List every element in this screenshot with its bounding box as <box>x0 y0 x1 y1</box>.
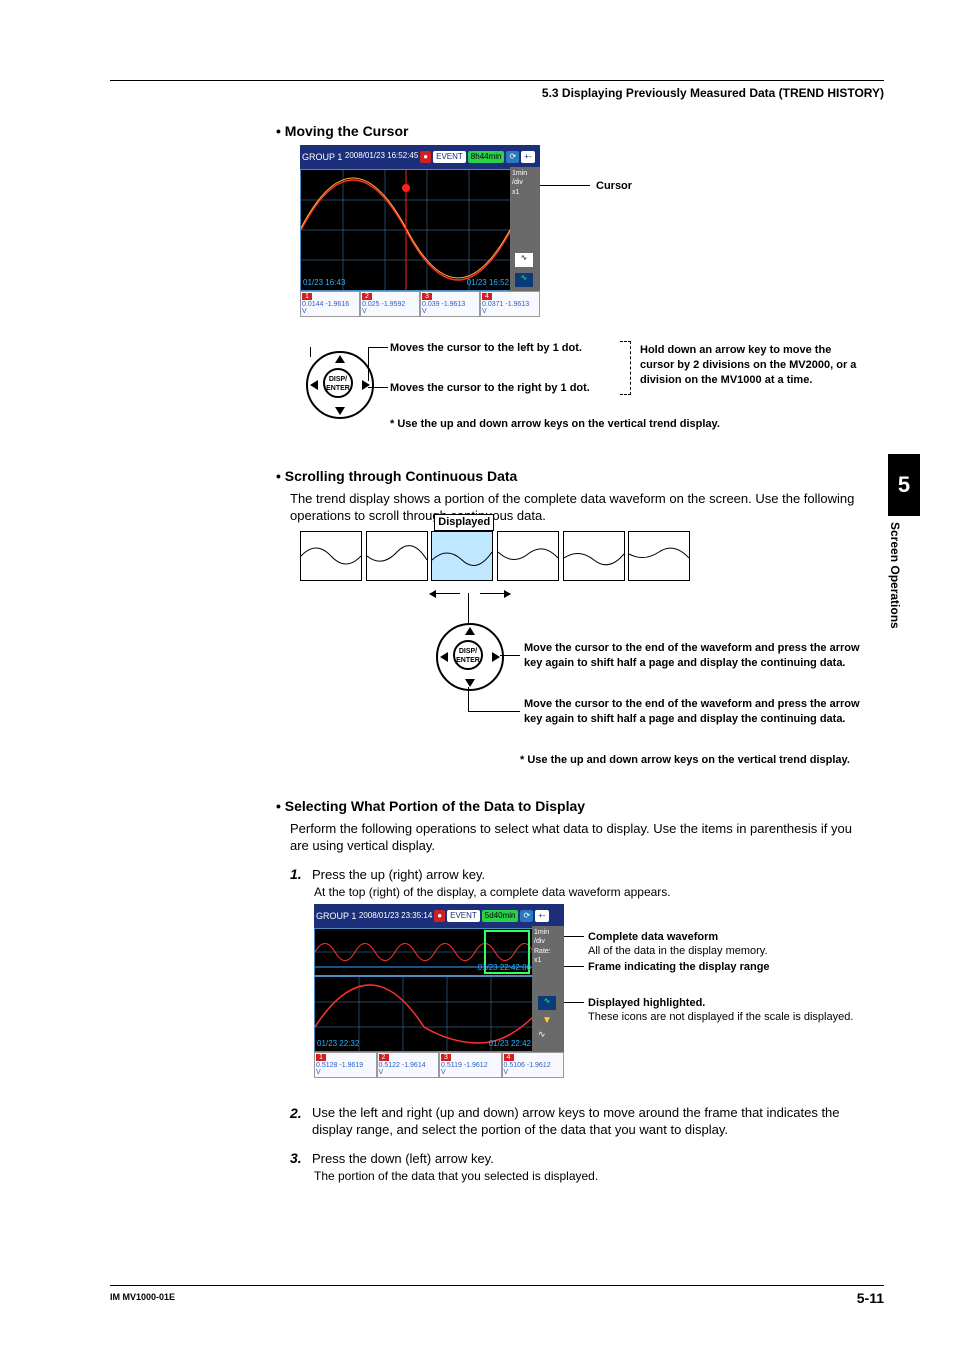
s1-axis-r: 01/23 16:52 <box>467 278 509 289</box>
s1-dur: 8h44min <box>468 151 505 163</box>
caret-down-icon: ▼ <box>542 1014 552 1028</box>
s1-cursor-label: Cursor <box>596 179 632 194</box>
arrow-up-icon[interactable] <box>335 355 345 363</box>
chapter-number: 5 <box>898 472 910 498</box>
s3-axis-tr: 01/23 22:42:06 <box>478 963 531 974</box>
loop-icon: ⟳ <box>506 151 519 163</box>
s2-note: * Use the up and down arrow keys on the … <box>520 753 860 768</box>
s3-body: Perform the following operations to sele… <box>290 820 870 855</box>
level-icon: ∿ <box>538 1028 546 1040</box>
s2-title: Scrolling through Continuous Data <box>276 467 870 486</box>
lbl-complete-sub: All of the data in the display memory. <box>588 944 768 959</box>
s3-ts: 2008/01/23 23:35:14 <box>359 911 432 922</box>
s3-sidebar: 1min /div Rate: x1 ∿ ▼ ∿ <box>532 926 564 1052</box>
step-1-num: 1. <box>290 865 312 884</box>
s3-chart: 01/23 22:32 01/23 22:42 <box>314 976 534 1052</box>
step-2-text: Use the left and right (up and down) arr… <box>312 1104 870 1139</box>
record-icon: ● <box>420 151 431 163</box>
header-section: 5.3 Displaying Previously Measured Data … <box>542 86 884 100</box>
displayed-label: Displayed <box>434 514 494 531</box>
s1-units: 1min /div x1 <box>510 167 540 199</box>
s1-sidebar: 1min /div x1 ∿ ∿ <box>510 167 540 291</box>
header-rule <box>110 80 884 81</box>
s1-note: * Use the up and down arrow keys on the … <box>390 417 860 432</box>
s3-axis-r: 01/23 22:42 <box>489 1039 531 1050</box>
step-3-sub: The portion of the data that you selecte… <box>314 1168 870 1184</box>
s1-chart: 01/23 16:43 01/23 16:52 <box>300 169 512 291</box>
s3-overview: 01/23 22:42:06 <box>314 928 534 976</box>
wave-panel <box>497 531 559 581</box>
level-icon: ∿ <box>515 253 533 267</box>
lbl-disp-sub: These icons are not displayed if the sca… <box>588 1010 868 1025</box>
s3-title: Selecting What Portion of the Data to Di… <box>276 797 870 816</box>
record-icon: ● <box>434 910 445 922</box>
s1-event: EVENT <box>433 151 466 163</box>
step-1-text: Press the up (right) arrow key. <box>312 867 485 882</box>
s1-axis-l: 01/23 16:43 <box>303 278 345 289</box>
arrow-right-icon[interactable] <box>492 652 500 662</box>
s1-titlebar: GROUP 1 2008/01/23 16:52:45 ● EVENT 8h44… <box>300 145 540 169</box>
dpad: DISP/ ENTER <box>306 351 374 424</box>
s3-event: EVENT <box>447 910 480 922</box>
wave-panel-displayed: Displayed <box>431 531 493 581</box>
footer-right: 5-11 <box>857 1290 884 1306</box>
scroll-right-icon <box>480 593 510 594</box>
step-2-num: 2. <box>290 1104 312 1139</box>
s1-figure: GROUP 1 2008/01/23 16:52:45 ● EVENT 8h44… <box>300 145 870 335</box>
s1-move-right: Moves the cursor to the right by 1 dot. <box>390 381 590 396</box>
footer-rule <box>110 1285 884 1286</box>
chapter-label: Screen Operations <box>888 522 902 629</box>
scroll-left-icon <box>430 593 460 594</box>
s2-figure: Displayed DISP/ ENTER Move the cursor to… <box>300 531 870 791</box>
s3-units: 1min /div Rate: x1 <box>532 926 564 968</box>
s3-dur: 5d40min <box>482 910 519 922</box>
arrow-left-icon[interactable] <box>310 380 318 390</box>
body: Moving the Cursor GROUP 1 2008/01/23 16:… <box>290 120 870 1184</box>
disp-enter-button[interactable]: DISP/ ENTER <box>453 640 483 670</box>
step-1-sub: At the top (right) of the display, a com… <box>314 884 870 900</box>
s3-group: GROUP 1 <box>316 910 356 922</box>
s2-down-text: Move the cursor to the end of the wavefo… <box>524 697 864 727</box>
s3-titlebar: GROUP 1 2008/01/23 23:35:14 ● EVENT 5d40… <box>314 904 564 928</box>
s2-right-text: Move the cursor to the end of the wavefo… <box>524 641 864 671</box>
zoom-icon: +- <box>535 910 548 922</box>
footer-left: IM MV1000-01E <box>110 1292 175 1302</box>
zoom-icon: +- <box>521 151 534 163</box>
loop-icon: ⟳ <box>520 910 533 922</box>
displayed-icon: ∿ <box>538 996 556 1010</box>
wave-panel <box>628 531 690 581</box>
wave-icon: ∿ <box>515 273 533 287</box>
s3-readouts: 10.5128 -1.9619V 20.5122 -1.9614V 30.511… <box>314 1052 564 1078</box>
lbl-complete: Complete data waveform <box>588 930 718 945</box>
lbl-disp: Displayed highlighted. <box>588 996 705 1011</box>
thumb-tab: 5 Screen Operations <box>888 454 920 629</box>
arrow-down-icon[interactable] <box>335 407 345 415</box>
wave-panel <box>300 531 362 581</box>
wave-panel <box>563 531 625 581</box>
s3-figure: GROUP 1 2008/01/23 23:35:14 ● EVENT 5d40… <box>314 904 870 1094</box>
s1-group: GROUP 1 <box>302 151 342 163</box>
cursor-marker <box>402 184 410 192</box>
wave-panel <box>366 531 428 581</box>
step-3-text: Press the down (left) arrow key. <box>312 1151 494 1166</box>
s3-axis-l: 01/23 22:32 <box>317 1039 359 1050</box>
s1-readouts: 10.0144 -1.9616V 20.025 -1.9592V 30.039 … <box>300 291 540 317</box>
s2-body: The trend display shows a portion of the… <box>290 490 870 525</box>
arrow-right-icon[interactable] <box>362 380 370 390</box>
s1-ts: 2008/01/23 16:52:45 <box>345 151 418 162</box>
s1-hold: Hold down an arrow key to move the curso… <box>640 343 860 388</box>
disp-enter-button[interactable]: DISP/ ENTER <box>323 368 353 398</box>
arrow-down-icon[interactable] <box>465 679 475 687</box>
s1-title: Moving the Cursor <box>276 122 870 141</box>
s1-dpad-panel: Moves the cursor to the left by 1 dot. M… <box>300 341 870 461</box>
step-3-num: 3. <box>290 1149 312 1168</box>
lbl-frame: Frame indicating the display range <box>588 960 770 975</box>
arrow-left-icon[interactable] <box>440 652 448 662</box>
arrow-up-icon[interactable] <box>465 627 475 635</box>
s1-move-left: Moves the cursor to the left by 1 dot. <box>390 341 582 356</box>
